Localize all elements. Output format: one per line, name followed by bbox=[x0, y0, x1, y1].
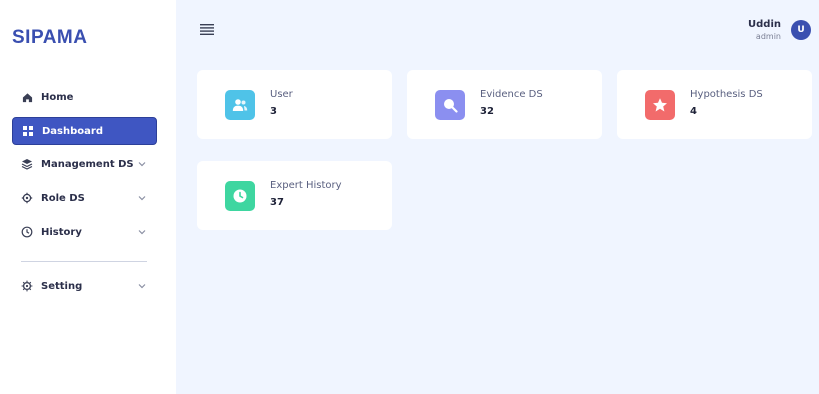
home-icon bbox=[21, 91, 33, 103]
user-role: admin bbox=[755, 32, 781, 41]
sidebar-item-home[interactable]: Home bbox=[12, 83, 157, 111]
gear-icon bbox=[21, 280, 33, 292]
card-title: Expert History bbox=[270, 180, 342, 191]
card-value: 4 bbox=[690, 106, 697, 117]
chevron-down-icon bbox=[138, 196, 146, 201]
clock-icon bbox=[225, 181, 255, 211]
brand-logo[interactable]: SIPAMA bbox=[12, 27, 87, 49]
sidebar-item-management-ds[interactable]: Management DS bbox=[12, 150, 157, 178]
sidebar-item-label: History bbox=[41, 226, 82, 238]
card-title: Hypothesis DS bbox=[690, 89, 763, 100]
card-title: Evidence DS bbox=[480, 89, 543, 100]
user-menu[interactable]: Uddin admin U bbox=[748, 18, 811, 42]
card-value: 32 bbox=[480, 106, 494, 117]
user-info: Uddin admin bbox=[748, 18, 781, 42]
stat-card-user[interactable]: User 3 bbox=[197, 70, 392, 139]
sidebar-divider bbox=[21, 261, 147, 262]
card-title: User bbox=[270, 89, 293, 100]
sidebar: SIPAMA Home Dashboard Management DS Role… bbox=[0, 0, 176, 394]
card-value: 3 bbox=[270, 106, 277, 117]
hamburger-menu-icon[interactable] bbox=[200, 22, 214, 36]
sidebar-item-label: Dashboard bbox=[42, 125, 103, 137]
stat-card-hypothesis-ds[interactable]: Hypothesis DS 4 bbox=[617, 70, 812, 139]
avatar[interactable]: U bbox=[791, 20, 811, 40]
sidebar-item-dashboard[interactable]: Dashboard bbox=[12, 117, 157, 145]
sidebar-item-role-ds[interactable]: Role DS bbox=[12, 184, 157, 212]
card-value: 37 bbox=[270, 197, 284, 208]
users-icon bbox=[225, 90, 255, 120]
chevron-down-icon bbox=[138, 162, 146, 167]
sidebar-item-label: Setting bbox=[41, 280, 83, 292]
chevron-down-icon bbox=[138, 230, 146, 235]
sidebar-item-label: Home bbox=[41, 91, 74, 103]
settings-icon bbox=[21, 192, 33, 204]
sidebar-item-history[interactable]: History bbox=[12, 218, 157, 246]
layers-icon bbox=[21, 158, 33, 170]
clock-icon bbox=[21, 226, 33, 238]
user-name: Uddin bbox=[748, 19, 781, 30]
search-icon bbox=[435, 90, 465, 120]
grid-icon bbox=[22, 125, 34, 137]
star-icon bbox=[645, 90, 675, 120]
sidebar-item-label: Management DS bbox=[41, 158, 134, 170]
stat-card-evidence-ds[interactable]: Evidence DS 32 bbox=[407, 70, 602, 139]
stat-card-expert-history[interactable]: Expert History 37 bbox=[197, 161, 392, 230]
chevron-down-icon bbox=[138, 284, 146, 289]
sidebar-item-label: Role DS bbox=[41, 192, 85, 204]
sidebar-item-setting[interactable]: Setting bbox=[12, 272, 157, 300]
